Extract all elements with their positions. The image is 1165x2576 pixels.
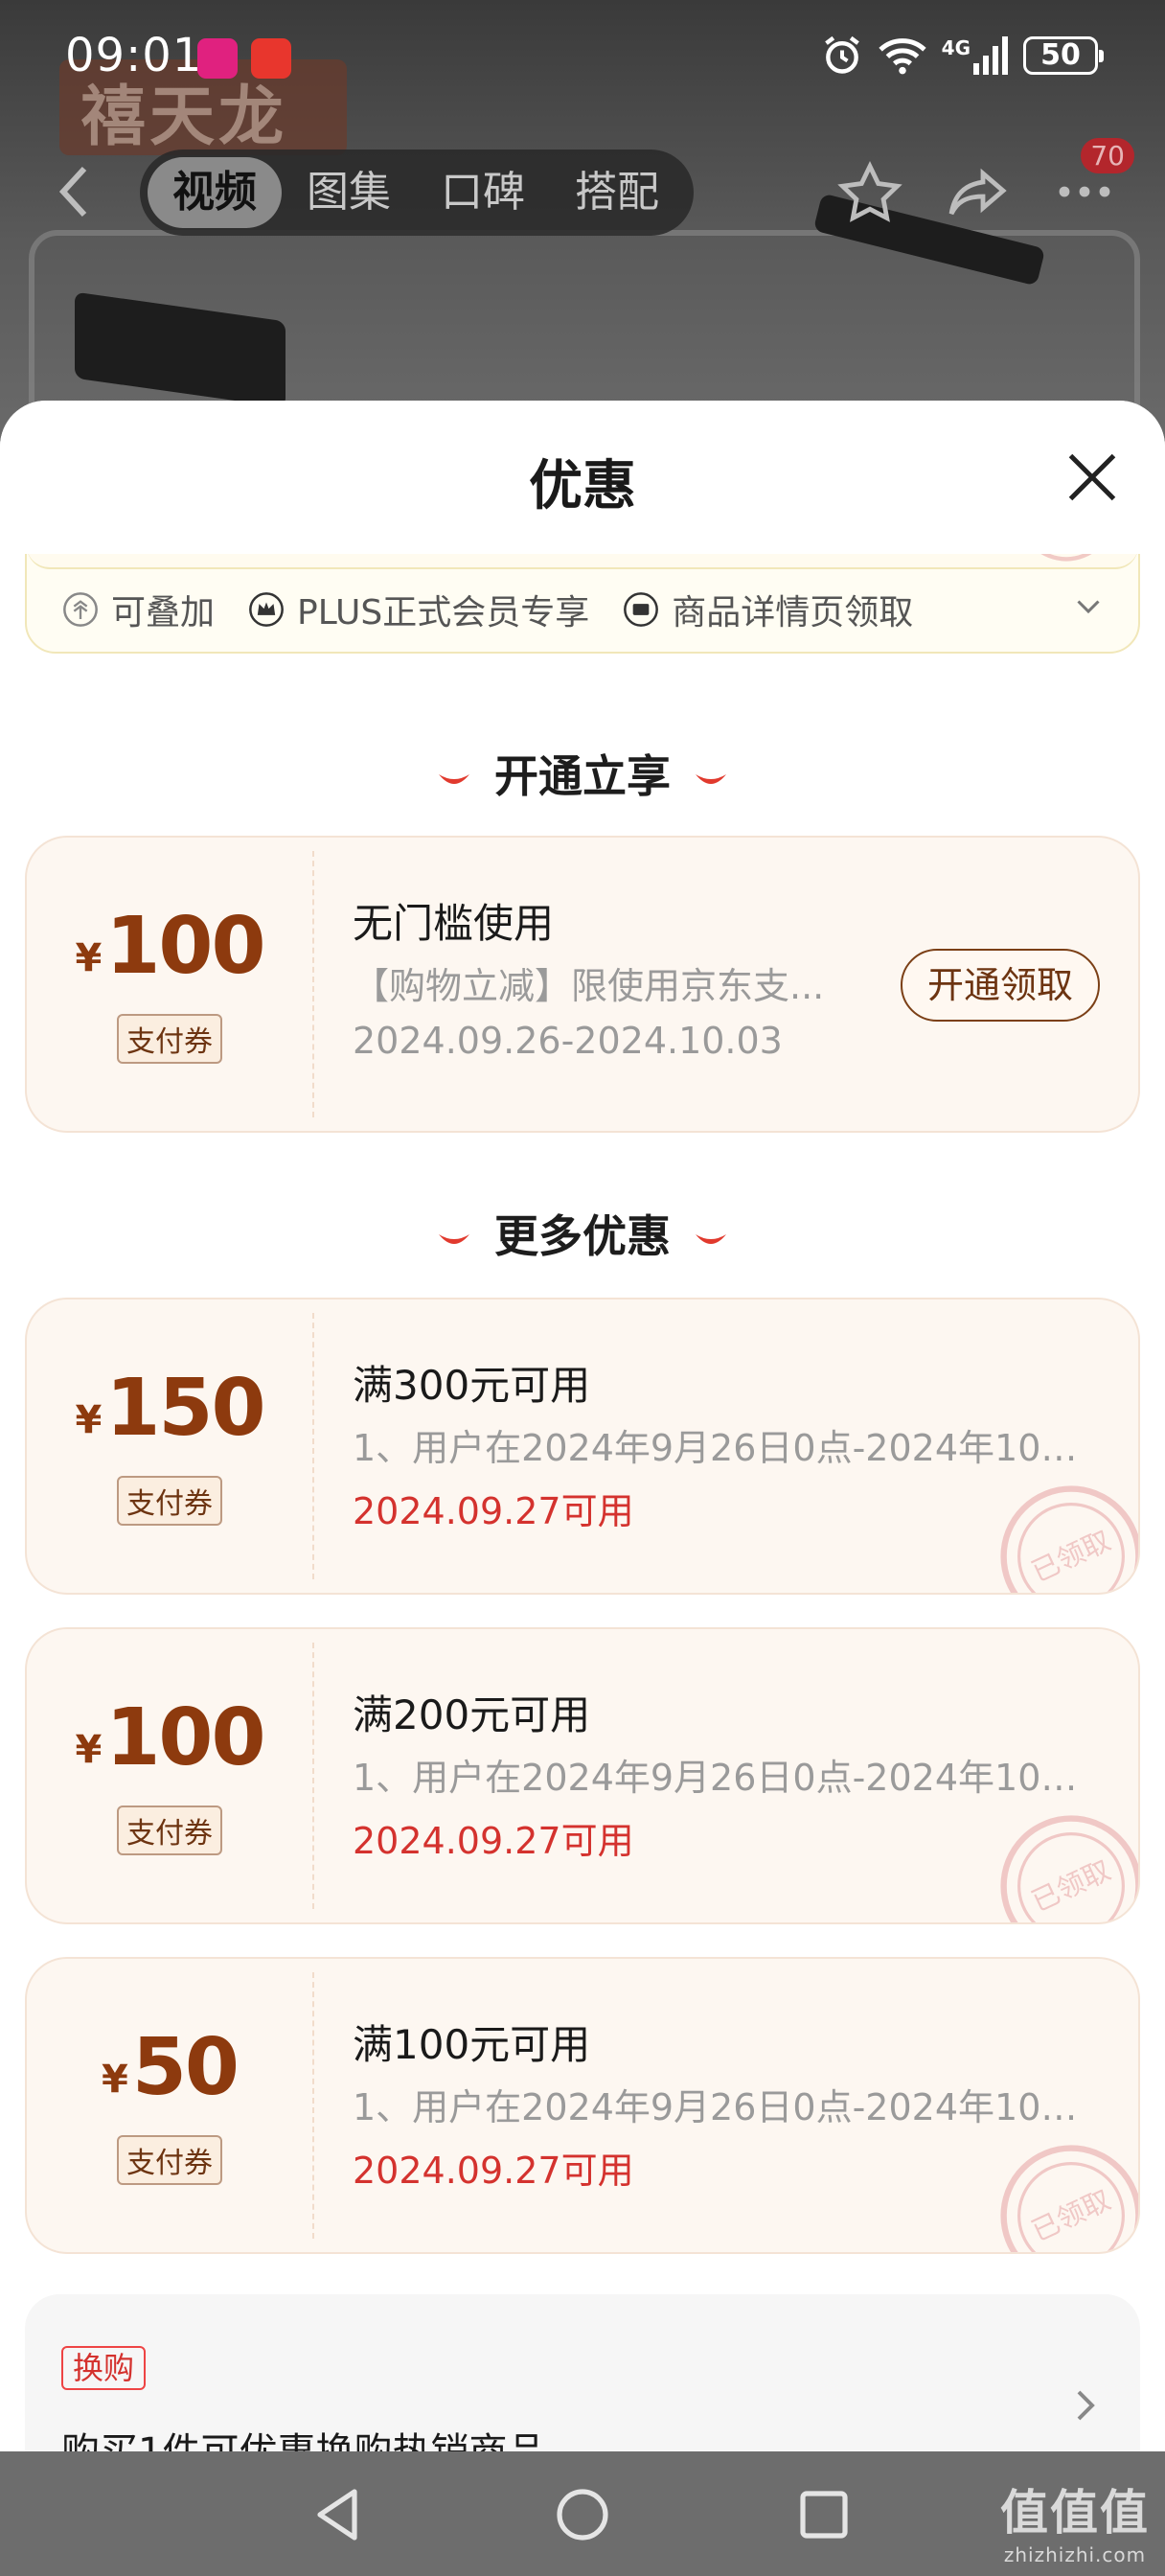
chevron-left-icon	[58, 166, 87, 218]
open-coupon-card[interactable]: ¥100 支付券 无门槛使用 【购物立减】限使用京东支... 2024.09.2…	[25, 836, 1140, 1133]
coupon-amount: ¥150	[75, 1363, 265, 1454]
claimed-stamp-icon: 已领取	[1000, 2145, 1138, 2252]
system-nav-bar: 值值值 zhizhizhi.com	[0, 2451, 1165, 2576]
activate-claim-button[interactable]: 开通领取	[900, 949, 1100, 1022]
tag-detail-page: 商品详情页领取	[622, 585, 913, 634]
coupon-date: 2024.09.27可用	[353, 1490, 634, 1532]
notification-app-icon	[251, 38, 291, 79]
ticket-icon	[624, 592, 659, 627]
claimed-stamp-icon	[1040, 554, 1092, 562]
coupon-desc: 1、用户在2024年9月26日0点-2024年10月...	[353, 1757, 1109, 1799]
notification-badge: 70	[1081, 138, 1134, 173]
smile-deco-icon	[696, 1233, 726, 1244]
tab-gallery[interactable]: 图集	[282, 157, 416, 228]
coupon-title: 满300元可用	[353, 1362, 591, 1409]
signal-icon	[973, 36, 1008, 75]
star-icon[interactable]	[835, 159, 904, 228]
tab-reviews[interactable]: 口碑	[416, 157, 550, 228]
section-title-open: 开通立享	[0, 742, 1165, 805]
alarm-icon	[824, 35, 859, 74]
coupon-type-badge: 支付券	[117, 1476, 222, 1526]
coupon-date: 2024.09.27可用	[353, 1820, 634, 1862]
coupon-amount: ¥100	[75, 1692, 265, 1783]
discount-sheet: 优惠 可叠加 PLUS正式会员专享 商品详情页领取 开通立享 ¥100 支付券 …	[0, 401, 1165, 2451]
chevron-right-icon	[1077, 2390, 1095, 2421]
media-tabs: 视频 图集 口碑 搭配	[140, 150, 694, 236]
coupon-desc: 【购物立减】限使用京东支...	[353, 965, 825, 1007]
plus-coupon-card[interactable]: 可叠加 PLUS正式会员专享 商品详情页领取	[25, 554, 1140, 654]
svg-text:已领取: 已领取	[1026, 1524, 1115, 1588]
coupon-amount: ¥50	[102, 2022, 240, 2113]
sheet-scroll-area[interactable]: 可叠加 PLUS正式会员专享 商品详情页领取 开通立享 ¥100 支付券 无门槛…	[0, 554, 1165, 2451]
status-time: 09:01	[65, 29, 203, 82]
claimed-stamp-icon: 已领取	[1000, 1815, 1138, 1922]
watermark: 值值值 zhizhizhi.com	[1000, 2485, 1150, 2566]
coupon-desc: 1、用户在2024年9月26日0点-2024年10月...	[353, 2086, 1109, 2128]
tag-plus-member: PLUS正式会员专享	[247, 585, 589, 634]
recents-square-icon[interactable]	[793, 2484, 855, 2545]
coupon-desc: 1、用户在2024年9月26日0点-2024年10月...	[353, 1427, 1109, 1469]
coupon-date: 2024.09.27可用	[353, 2150, 634, 2192]
smile-deco-icon	[439, 773, 469, 784]
smile-deco-icon	[696, 773, 726, 784]
share-icon[interactable]	[943, 159, 1012, 228]
top-nav: 视频 图集 口碑 搭配 70	[0, 138, 1165, 240]
tab-outfit[interactable]: 搭配	[550, 157, 684, 228]
wifi-icon	[879, 38, 926, 75]
notification-app-icon	[197, 38, 238, 79]
coupon-type-badge: 支付券	[117, 1014, 222, 1064]
section-title-more: 更多优惠	[0, 1202, 1165, 1265]
sheet-header: 优惠	[0, 401, 1165, 554]
coupon-type-badge: 支付券	[117, 2135, 222, 2185]
battery-indicator: 50	[1023, 36, 1104, 75]
svg-text:已领取: 已领取	[1026, 1853, 1115, 1918]
claimed-stamp-icon: 已领取	[1000, 1485, 1138, 1593]
close-icon[interactable]	[1063, 448, 1121, 506]
exchange-text: 购买1件可优惠换购热销商品	[61, 2421, 545, 2451]
sheet-title: 优惠	[529, 455, 636, 518]
crown-icon	[249, 592, 284, 627]
exchange-tag: 换购	[61, 2346, 147, 2390]
svg-text:已领取: 已领取	[1026, 2183, 1115, 2247]
smile-deco-icon	[439, 1233, 469, 1244]
status-bar: 09:01 4G 50	[0, 0, 1165, 115]
coupon-title: 无门槛使用	[353, 900, 555, 947]
coupon-card[interactable]: ¥100 支付券 满200元可用 1、用户在2024年9月26日0点-2024年…	[25, 1627, 1140, 1924]
back-button[interactable]	[56, 163, 103, 220]
coupon-card[interactable]: ¥50 支付券 满100元可用 1、用户在2024年9月26日0点-2024年1…	[25, 1957, 1140, 2254]
coupon-date: 2024.09.26-2024.10.03	[353, 1020, 783, 1062]
back-triangle-icon[interactable]	[308, 2484, 370, 2545]
home-circle-icon[interactable]	[552, 2484, 613, 2545]
coupon-title: 满200元可用	[353, 1691, 591, 1738]
exchange-offer[interactable]: 换购 购买1件可优惠换购热销商品	[25, 2294, 1140, 2451]
coupon-type-badge: 支付券	[117, 1806, 222, 1855]
coupon-card[interactable]: ¥150 支付券 满300元可用 1、用户在2024年9月26日0点-2024年…	[25, 1298, 1140, 1595]
tab-video[interactable]: 视频	[148, 157, 282, 228]
coupon-title: 满100元可用	[353, 2021, 591, 2068]
coupon-amount: ¥100	[75, 901, 265, 992]
network-type: 4G	[941, 36, 971, 59]
tag-stackable: 可叠加	[61, 585, 215, 634]
stack-icon	[63, 592, 98, 627]
chevron-down-icon[interactable]	[1071, 588, 1106, 623]
